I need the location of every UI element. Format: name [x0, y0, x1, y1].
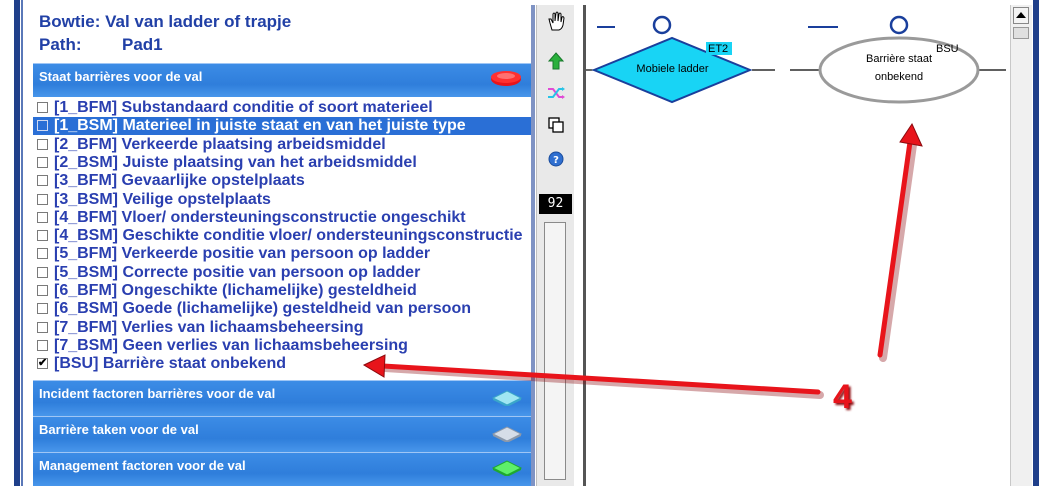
node2-label-line1: Barrière staat — [865, 53, 933, 65]
application-window: Bowtie: Val van ladder of trapje Path: P… — [0, 0, 1049, 486]
node1-label: Mobiele ladder — [636, 63, 709, 75]
canvas-scrollbar[interactable] — [1010, 5, 1032, 486]
scroll-thumb[interactable] — [1013, 27, 1029, 39]
node2-label-line2: onbekend — [874, 71, 924, 83]
node2-circle-icon — [889, 15, 909, 35]
node1-circle-icon — [652, 15, 672, 35]
scroll-up-arrow-icon[interactable] — [1013, 7, 1029, 24]
annotation-arrows — [362, 122, 923, 399]
window-border-right — [1033, 0, 1039, 486]
node1-tag: ET2 — [708, 43, 729, 55]
annotation-number: 4 — [833, 378, 852, 416]
